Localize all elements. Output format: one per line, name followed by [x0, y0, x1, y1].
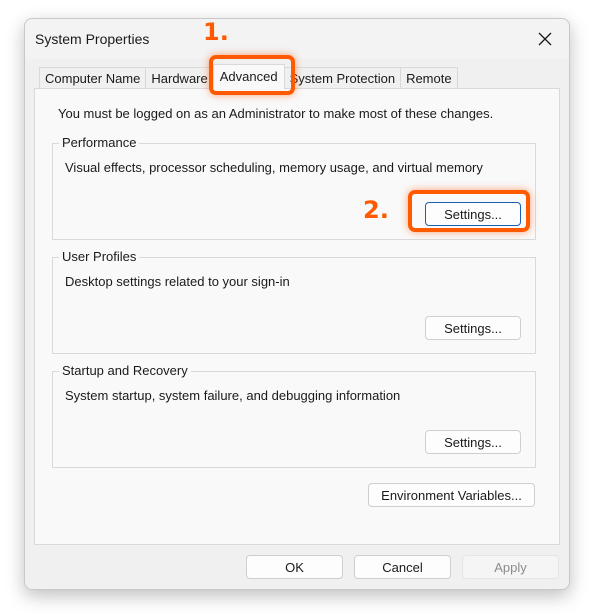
startup-recovery-settings-button[interactable]: Settings...: [425, 430, 521, 454]
startup-recovery-description: System startup, system failure, and debu…: [65, 388, 401, 403]
apply-button[interactable]: Apply: [462, 555, 559, 579]
user-profiles-group-label: User Profiles: [59, 249, 140, 264]
user-profiles-description: Desktop settings related to your sign-in: [65, 274, 290, 289]
performance-description: Visual effects, processor scheduling, me…: [65, 160, 483, 175]
window-title: System Properties: [35, 31, 150, 47]
tab-hardware[interactable]: Hardware: [145, 67, 214, 89]
startup-recovery-group-label: Startup and Recovery: [59, 363, 191, 378]
step-1-label: 1.: [203, 18, 229, 46]
performance-group-label: Performance: [59, 135, 140, 150]
cancel-button[interactable]: Cancel: [354, 555, 451, 579]
close-icon: [538, 32, 552, 46]
title-bar: System Properties: [25, 19, 569, 59]
user-profiles-group: User Profiles Desktop settings related t…: [52, 249, 536, 354]
system-properties-window: System Properties Computer Name Hardware…: [24, 18, 570, 590]
tab-computer-name[interactable]: Computer Name: [39, 67, 147, 89]
tab-system-protection[interactable]: System Protection: [283, 67, 402, 89]
admin-note: You must be logged on as an Administrato…: [58, 106, 494, 121]
tab-remote[interactable]: Remote: [400, 67, 458, 89]
close-button[interactable]: [533, 27, 557, 51]
tab-advanced[interactable]: Advanced: [212, 64, 285, 89]
advanced-tab-panel: You must be logged on as an Administrato…: [34, 88, 560, 545]
tab-strip: Computer Name Hardware Advanced System P…: [39, 64, 458, 89]
ok-button[interactable]: OK: [246, 555, 343, 579]
settings-button-highlight: [408, 190, 530, 232]
user-profiles-settings-button[interactable]: Settings...: [425, 316, 521, 340]
step-2-label: 2.: [363, 196, 389, 224]
environment-variables-button[interactable]: Environment Variables...: [368, 483, 535, 507]
startup-recovery-group: Startup and Recovery System startup, sys…: [52, 363, 536, 468]
